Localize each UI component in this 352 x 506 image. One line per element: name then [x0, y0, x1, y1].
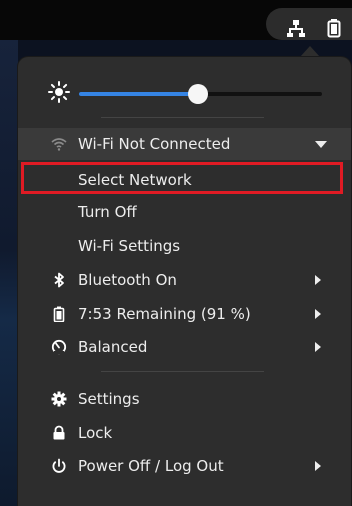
brightness-slider-fill: [79, 92, 199, 96]
power-label: Power Off / Log Out: [78, 457, 224, 475]
bluetooth-submenu[interactable]: Bluetooth On: [18, 264, 351, 296]
select-network-label: Select Network: [78, 171, 192, 189]
battery-icon: [53, 306, 65, 322]
chevron-right-icon: [315, 342, 321, 352]
brightness-slider[interactable]: [79, 84, 322, 104]
wifi-status-label: Wi-Fi Not Connected: [78, 135, 231, 153]
power-icon: [52, 458, 66, 473]
chevron-right-icon: [315, 275, 321, 285]
battery-submenu[interactable]: 7:53 Remaining (91 %): [18, 298, 351, 330]
lock-icon: [53, 425, 65, 440]
network-wired-icon: [287, 20, 305, 37]
system-menu: Wi-Fi Not Connected Select Network Turn …: [18, 57, 351, 506]
wifi-submenu-header[interactable]: Wi-Fi Not Connected: [18, 128, 351, 160]
power-mode-submenu[interactable]: Balanced: [18, 331, 351, 363]
wifi-settings[interactable]: Wi-Fi Settings: [18, 230, 351, 262]
chevron-right-icon: [315, 309, 321, 319]
desktop-background: [0, 40, 18, 506]
top-bar: [0, 0, 352, 40]
power-submenu[interactable]: Power Off / Log Out: [18, 450, 351, 482]
battery-label: 7:53 Remaining (91 %): [78, 305, 251, 323]
system-tray[interactable]: [266, 8, 352, 40]
lock-item[interactable]: Lock: [18, 417, 351, 449]
turn-off-label: Turn Off: [78, 203, 137, 221]
battery-icon: [327, 19, 341, 38]
menu-pointer: [300, 46, 320, 57]
bluetooth-icon: [54, 272, 64, 288]
chevron-right-icon: [315, 461, 321, 471]
wifi-turn-off[interactable]: Turn Off: [18, 196, 351, 228]
brightness-slider-knob[interactable]: [188, 84, 209, 104]
settings-item[interactable]: Settings: [18, 383, 351, 415]
power-mode-label: Balanced: [78, 338, 148, 356]
wifi-icon: [51, 138, 67, 151]
wifi-settings-label: Wi-Fi Settings: [78, 237, 181, 255]
brightness-sun-icon: [48, 81, 70, 103]
lock-label: Lock: [78, 424, 113, 442]
separator: [101, 117, 264, 118]
gear-icon: [51, 391, 67, 407]
separator: [101, 371, 264, 372]
wifi-select-network[interactable]: Select Network: [18, 162, 351, 196]
brightness-row: [18, 73, 351, 111]
chevron-down-icon: [315, 141, 327, 148]
power-mode-icon: [51, 339, 67, 355]
settings-label: Settings: [78, 390, 140, 408]
bluetooth-label: Bluetooth On: [78, 271, 177, 289]
